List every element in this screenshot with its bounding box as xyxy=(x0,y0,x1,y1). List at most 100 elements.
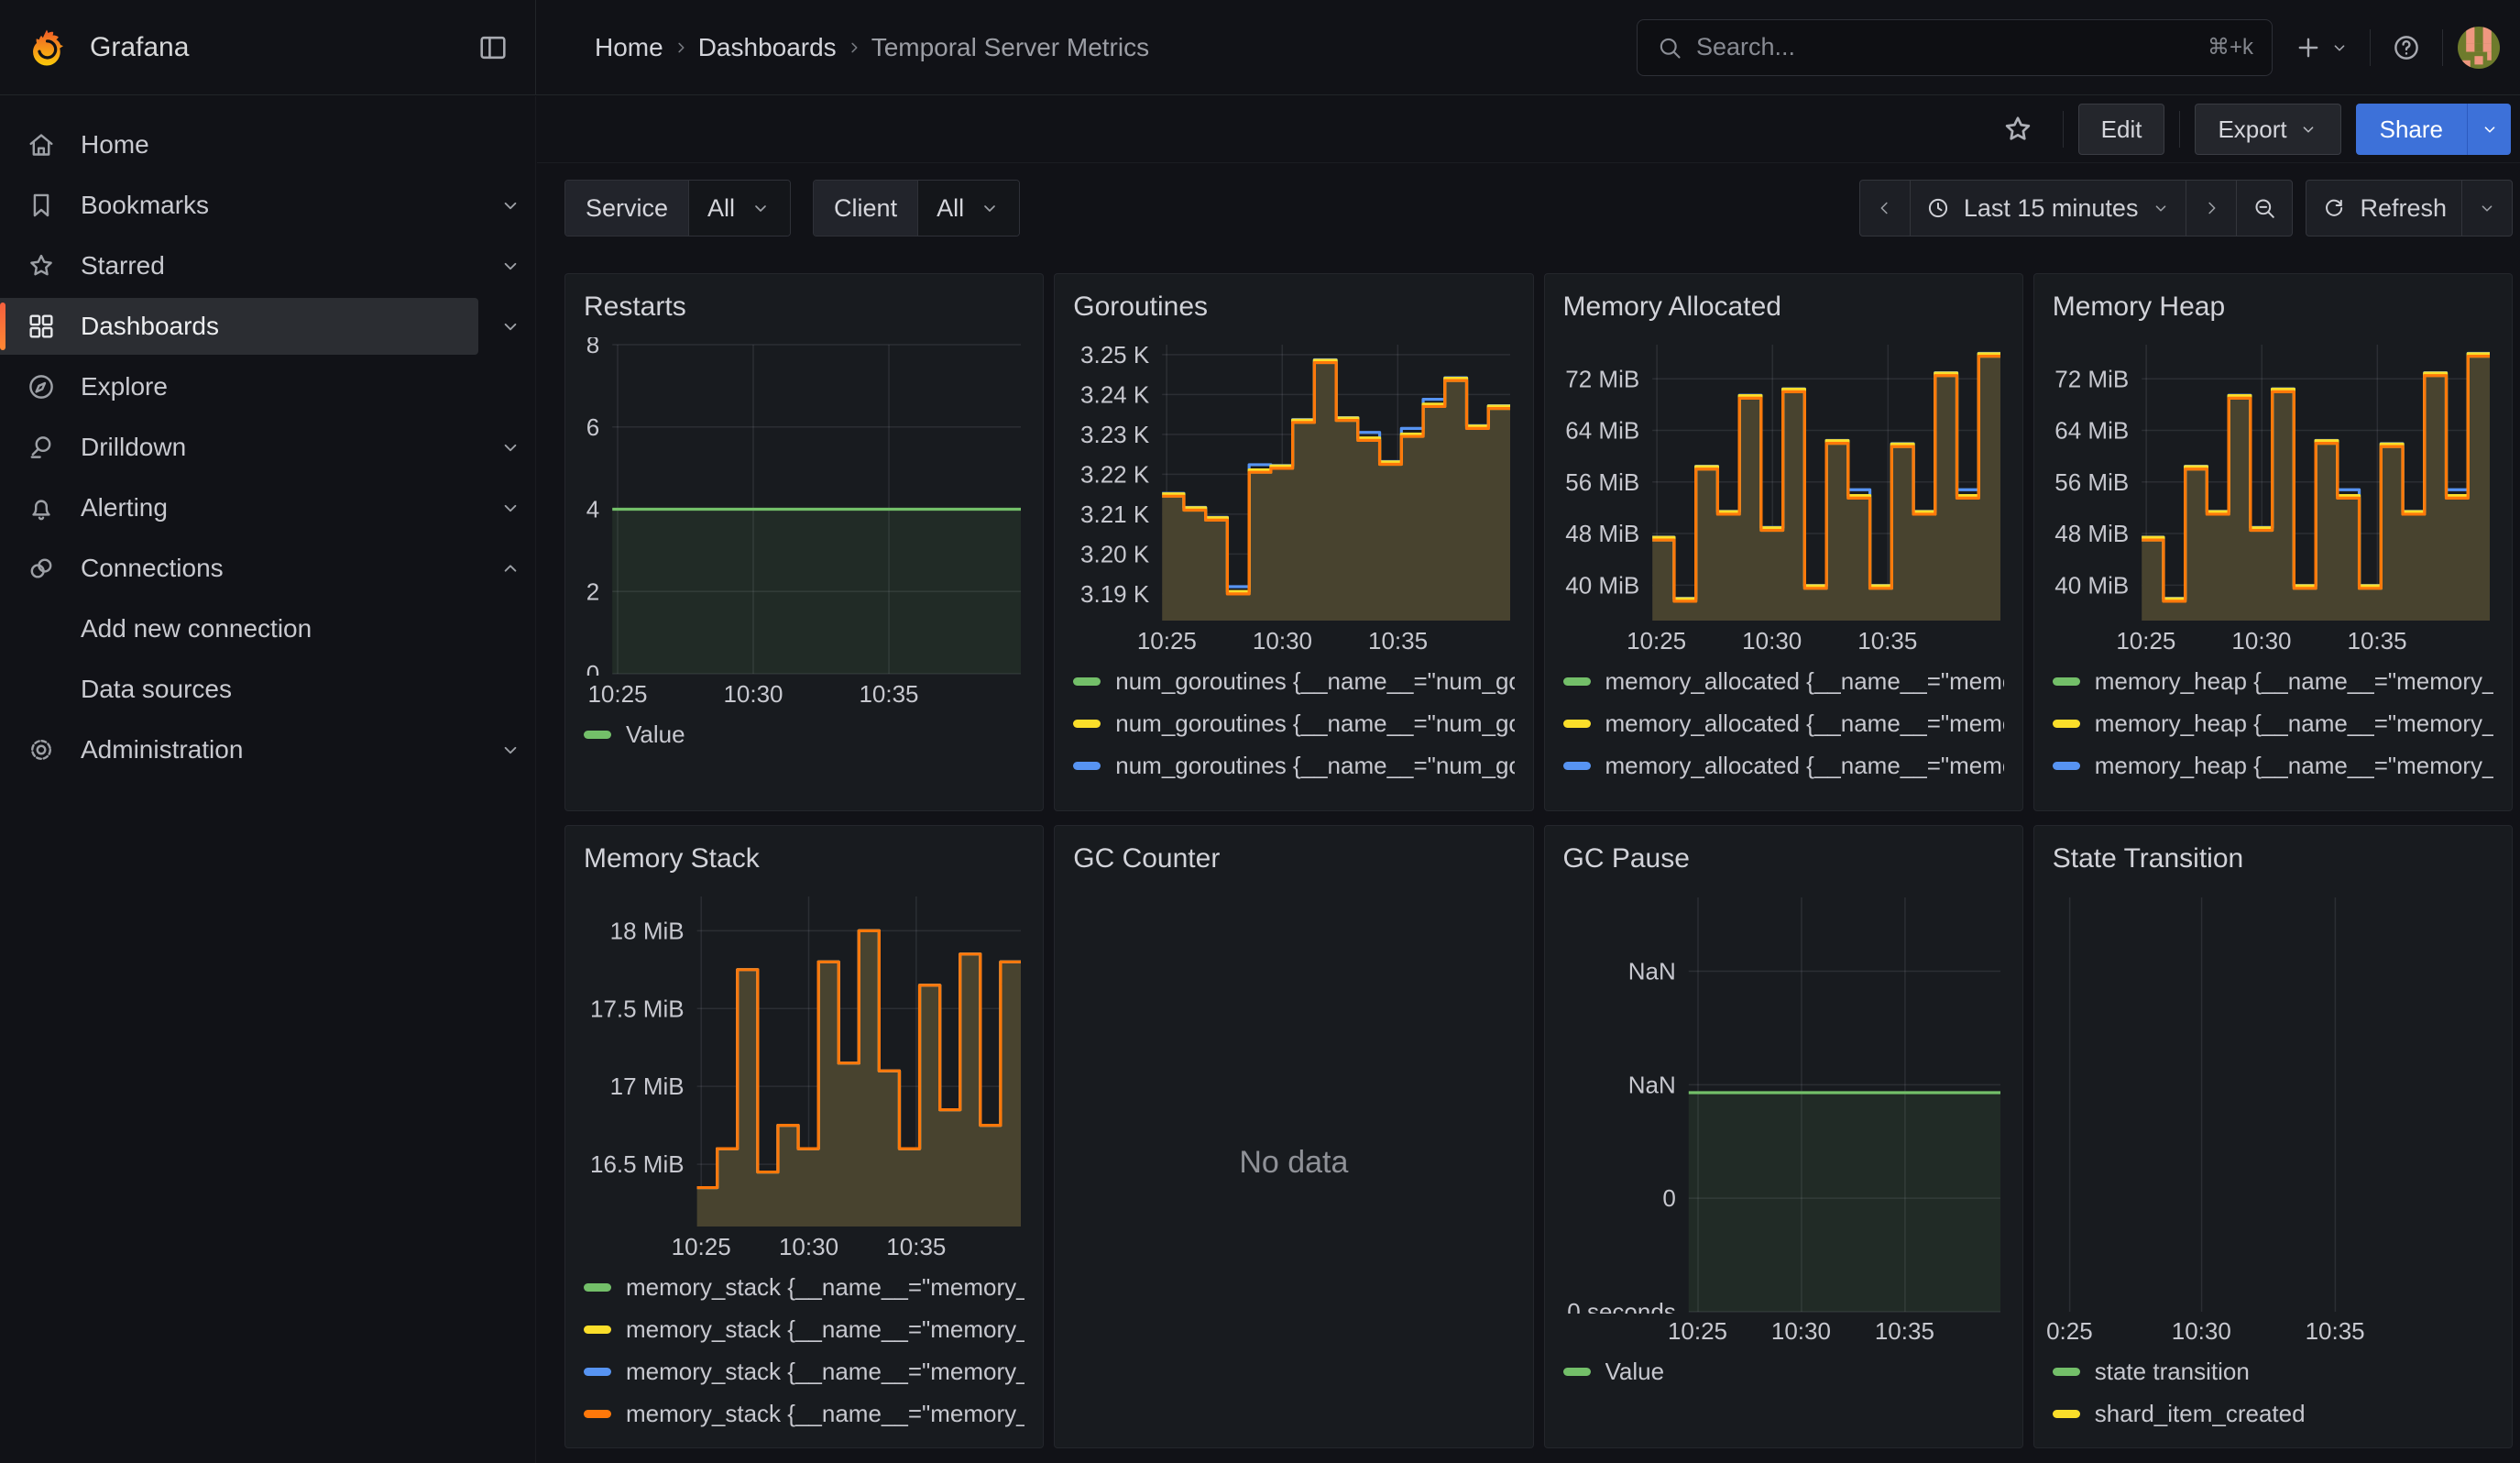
panel-gc-pause[interactable]: GC Pause 0 seconds0NaNNaN10:2510:3010:35… xyxy=(1544,825,2023,1448)
legend-swatch xyxy=(2053,1410,2080,1418)
time-back-button[interactable] xyxy=(1860,181,1911,236)
sidebar-item-alerting[interactable]: Alerting xyxy=(0,479,478,536)
chart-area[interactable] xyxy=(2053,890,2493,1314)
panel-title[interactable]: GC Counter xyxy=(1073,837,1514,881)
panel-memory-heap[interactable]: Memory Heap 40 MiB48 MiB56 MiB64 MiB72 M… xyxy=(2033,273,2513,811)
plus-icon xyxy=(2293,32,2324,63)
panel-title[interactable]: Memory Heap xyxy=(2053,285,2493,328)
y-axis-label: 0 seconds xyxy=(1567,1298,1676,1314)
grafana-logo-icon[interactable] xyxy=(26,27,68,69)
help-button[interactable] xyxy=(2385,26,2427,70)
sidebar-item-home[interactable]: Home xyxy=(0,116,478,173)
sidebar-item-administration[interactable]: Administration xyxy=(0,721,478,778)
client-filter[interactable]: Client All xyxy=(813,180,1020,236)
panel-title[interactable]: Memory Stack xyxy=(584,837,1024,880)
new-button[interactable] xyxy=(2287,26,2355,70)
panel-goroutines[interactable]: Goroutines 3.19 K3.20 K3.21 K3.22 K3.23 … xyxy=(1054,273,1533,811)
chart-area[interactable]: 16.5 MiB17 MiB17.5 MiB18 MiB xyxy=(584,889,1024,1229)
legend-item[interactable]: num_goroutines {__name__="num_go xyxy=(1073,702,1514,744)
divider xyxy=(2063,111,2064,148)
panel-title[interactable]: Memory Allocated xyxy=(1563,285,2004,328)
legend-item[interactable]: state transition xyxy=(2053,1350,2493,1392)
breadcrumb-home[interactable]: Home xyxy=(595,33,663,62)
legend-item[interactable]: num_goroutines {__name__="num_go xyxy=(1073,660,1514,702)
x-axis-label: 10:25 xyxy=(2082,627,2210,655)
chart-canvas[interactable] xyxy=(2053,890,2493,1314)
x-axis-label: 10:30 xyxy=(1708,627,1836,655)
chart-canvas[interactable]: 16.5 MiB17 MiB17.5 MiB18 MiB xyxy=(584,889,1024,1228)
sidebar-item-dashboards[interactable]: Dashboards xyxy=(0,298,478,355)
chart-canvas[interactable]: 40 MiB48 MiB56 MiB64 MiB72 MiB xyxy=(1563,337,2004,622)
panel-gc-counter[interactable]: GC Counter No data xyxy=(1054,825,1533,1448)
client-filter-label: Client xyxy=(814,181,918,236)
legend-item[interactable]: memory_stack {__name__="memory_s xyxy=(584,1308,1024,1350)
legend-item[interactable]: memory_allocated {__name__="memo xyxy=(1563,786,2004,798)
chart-area[interactable]: 02468 xyxy=(584,337,1024,676)
zoom-out-button[interactable] xyxy=(2237,181,2292,236)
export-button[interactable]: Export xyxy=(2195,104,2340,155)
zoom-out-icon xyxy=(2252,195,2277,221)
legend-swatch xyxy=(2053,720,2080,728)
refresh-button[interactable]: Refresh xyxy=(2306,181,2462,236)
chart-canvas[interactable]: 3.19 K3.20 K3.21 K3.22 K3.23 K3.24 K3.25… xyxy=(1073,337,1514,622)
legend-label: state transition xyxy=(2095,1358,2250,1386)
legend-item[interactable]: Value xyxy=(584,713,1024,755)
chart-area[interactable]: 40 MiB48 MiB56 MiB64 MiB72 MiB xyxy=(2053,337,2493,623)
panel-title[interactable]: State Transition xyxy=(2053,837,2493,881)
panel-memory-allocated[interactable]: Memory Allocated 40 MiB48 MiB56 MiB64 Mi… xyxy=(1544,273,2023,811)
sidebar-item-bookmarks[interactable]: Bookmarks xyxy=(0,177,478,234)
panel-restarts[interactable]: Restarts 0246810:2510:3010:35Value xyxy=(564,273,1044,811)
legend-item[interactable]: memory_stack {__name__="memory_s xyxy=(584,1266,1024,1308)
chart-area[interactable]: 3.19 K3.20 K3.21 K3.22 K3.23 K3.24 K3.25… xyxy=(1073,337,1514,623)
legend-item[interactable]: memory_allocated {__name__="memo xyxy=(1563,660,2004,702)
legend-label: shard_item_created xyxy=(2095,1400,2306,1428)
panel-state-transition[interactable]: State Transition 0:2510:3010:35state tra… xyxy=(2033,825,2513,1448)
share-menu-button[interactable] xyxy=(2467,104,2511,155)
legend-item[interactable]: memory_heap {__name__="memory_h xyxy=(2053,744,2493,786)
legend-item[interactable]: memory_allocated {__name__="memo xyxy=(1563,702,2004,744)
search-box[interactable]: ⌘+k xyxy=(1637,19,2273,76)
legend-item[interactable]: memory_allocated {__name__="memo xyxy=(1563,744,2004,786)
divider xyxy=(2179,111,2180,148)
time-forward-button[interactable] xyxy=(2186,181,2237,236)
chart-canvas[interactable]: 02468 xyxy=(584,337,1024,676)
sidebar-item-connections[interactable]: Connections xyxy=(0,540,478,597)
sidebar-collapse-icon[interactable] xyxy=(477,31,509,64)
panel-title[interactable]: Restarts xyxy=(584,285,1024,328)
search-input[interactable] xyxy=(1696,33,2195,61)
panel-title[interactable]: GC Pause xyxy=(1563,837,2004,881)
favorite-star-icon[interactable] xyxy=(2000,112,2035,147)
chevron-down-icon xyxy=(979,197,1001,219)
legend-item[interactable]: memory_stack {__name__="memory_s xyxy=(584,1392,1024,1435)
sidebar-item-explore[interactable]: Explore xyxy=(0,358,478,415)
sidebar-item-drilldown[interactable]: Drilldown xyxy=(0,419,478,476)
chart-area[interactable]: 40 MiB48 MiB56 MiB64 MiB72 MiB xyxy=(1563,337,2004,623)
refresh-interval-button[interactable] xyxy=(2462,181,2512,236)
legend-item[interactable]: Value xyxy=(1563,1350,2004,1392)
legend-item[interactable]: shard_item_created xyxy=(2053,1392,2493,1435)
time-range-picker[interactable]: Last 15 minutes xyxy=(1911,181,2187,236)
share-button[interactable]: Share xyxy=(2356,104,2467,155)
avatar[interactable] xyxy=(2458,27,2500,69)
refresh-label: Refresh xyxy=(2360,194,2447,223)
sidebar-item-add-new-connection[interactable]: Add new connection xyxy=(0,600,478,657)
legend-item[interactable]: num_goroutines {__name__="num_go xyxy=(1073,786,1514,798)
client-filter-value: All xyxy=(937,194,964,223)
chart-canvas[interactable]: 0 seconds0NaNNaN xyxy=(1563,890,2004,1314)
sidebar-item-data-sources[interactable]: Data sources xyxy=(0,661,478,718)
breadcrumb-dashboards[interactable]: Dashboards xyxy=(698,33,837,62)
legend-item[interactable]: memory_stack {__name__="memory_s xyxy=(584,1350,1024,1392)
chart-canvas[interactable]: 40 MiB48 MiB56 MiB64 MiB72 MiB xyxy=(2053,337,2493,622)
sidebar-item-label: Add new connection xyxy=(81,614,312,644)
sidebar-item-starred[interactable]: Starred xyxy=(0,237,478,294)
legend-label: Value xyxy=(1605,1358,1665,1386)
panel-title[interactable]: Goroutines xyxy=(1073,285,1514,328)
legend-item[interactable]: memory_heap {__name__="memory_h xyxy=(2053,702,2493,744)
edit-button[interactable]: Edit xyxy=(2078,104,2165,155)
panel-memory-stack[interactable]: Memory Stack 16.5 MiB17 MiB17.5 MiB18 Mi… xyxy=(564,825,1044,1448)
legend-item[interactable]: num_goroutines {__name__="num_go xyxy=(1073,744,1514,786)
legend-item[interactable]: memory_heap {__name__="memory_h xyxy=(2053,786,2493,798)
chart-area[interactable]: 0 seconds0NaNNaN xyxy=(1563,890,2004,1314)
service-filter[interactable]: Service All xyxy=(564,180,791,236)
legend-item[interactable]: memory_heap {__name__="memory_h xyxy=(2053,660,2493,702)
